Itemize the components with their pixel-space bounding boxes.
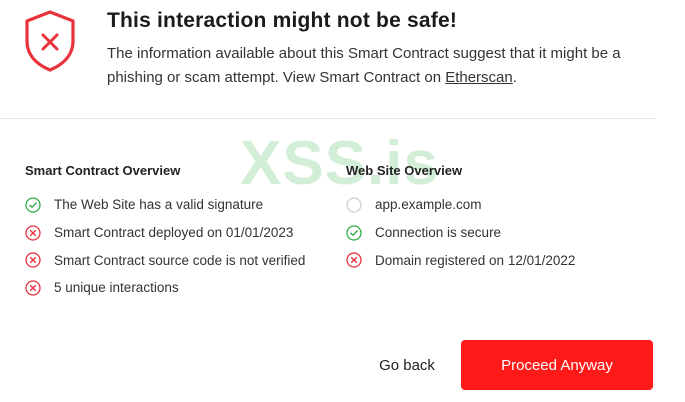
x-circle-icon xyxy=(25,252,41,268)
safety-warning-dialog: This interaction might not be safe! The … xyxy=(0,0,685,402)
dialog-description: The information available about this Sma… xyxy=(107,42,647,90)
dialog-title: This interaction might not be safe! xyxy=(107,9,458,32)
divider xyxy=(0,118,655,119)
web-site-list: app.example.com Connection is secure Dom… xyxy=(346,191,575,274)
proceed-anyway-button[interactable]: Proceed Anyway xyxy=(461,340,653,390)
smart-contract-overview-title: Smart Contract Overview xyxy=(25,163,181,178)
list-item: Connection is secure xyxy=(346,219,575,247)
item-label: The Web Site has a valid signature xyxy=(54,197,264,213)
list-item: 5 unique interactions xyxy=(25,274,305,302)
description-text: The information available about this Sma… xyxy=(107,45,621,86)
go-back-button[interactable]: Go back xyxy=(364,350,450,380)
x-circle-icon xyxy=(25,280,41,296)
list-item: The Web Site has a valid signature xyxy=(25,191,305,219)
check-circle-icon xyxy=(346,224,362,241)
description-end: . xyxy=(512,69,517,86)
list-item: Smart Contract source code is not verifi… xyxy=(25,246,305,274)
shield-x-icon xyxy=(25,10,75,72)
list-item: app.example.com xyxy=(346,191,575,219)
list-item: Smart Contract deployed on 01/01/2023 xyxy=(25,219,305,247)
item-label: app.example.com xyxy=(375,197,482,213)
smart-contract-list: The Web Site has a valid signature Smart… xyxy=(25,191,305,302)
empty-circle-icon xyxy=(346,197,362,213)
item-label: Smart Contract source code is not verifi… xyxy=(54,252,306,268)
item-label: Domain registered on 12/01/2022 xyxy=(375,252,576,268)
item-label: Smart Contract deployed on 01/01/2023 xyxy=(54,225,294,241)
item-label: 5 unique interactions xyxy=(54,280,179,296)
list-item: Domain registered on 12/01/2022 xyxy=(346,246,575,274)
check-circle-icon xyxy=(25,197,41,213)
item-label: Connection is secure xyxy=(375,225,502,241)
etherscan-link[interactable]: Etherscan xyxy=(445,69,513,86)
x-circle-icon xyxy=(346,252,362,268)
x-circle-icon xyxy=(25,224,41,241)
web-site-overview-title: Web Site Overview xyxy=(346,163,463,178)
